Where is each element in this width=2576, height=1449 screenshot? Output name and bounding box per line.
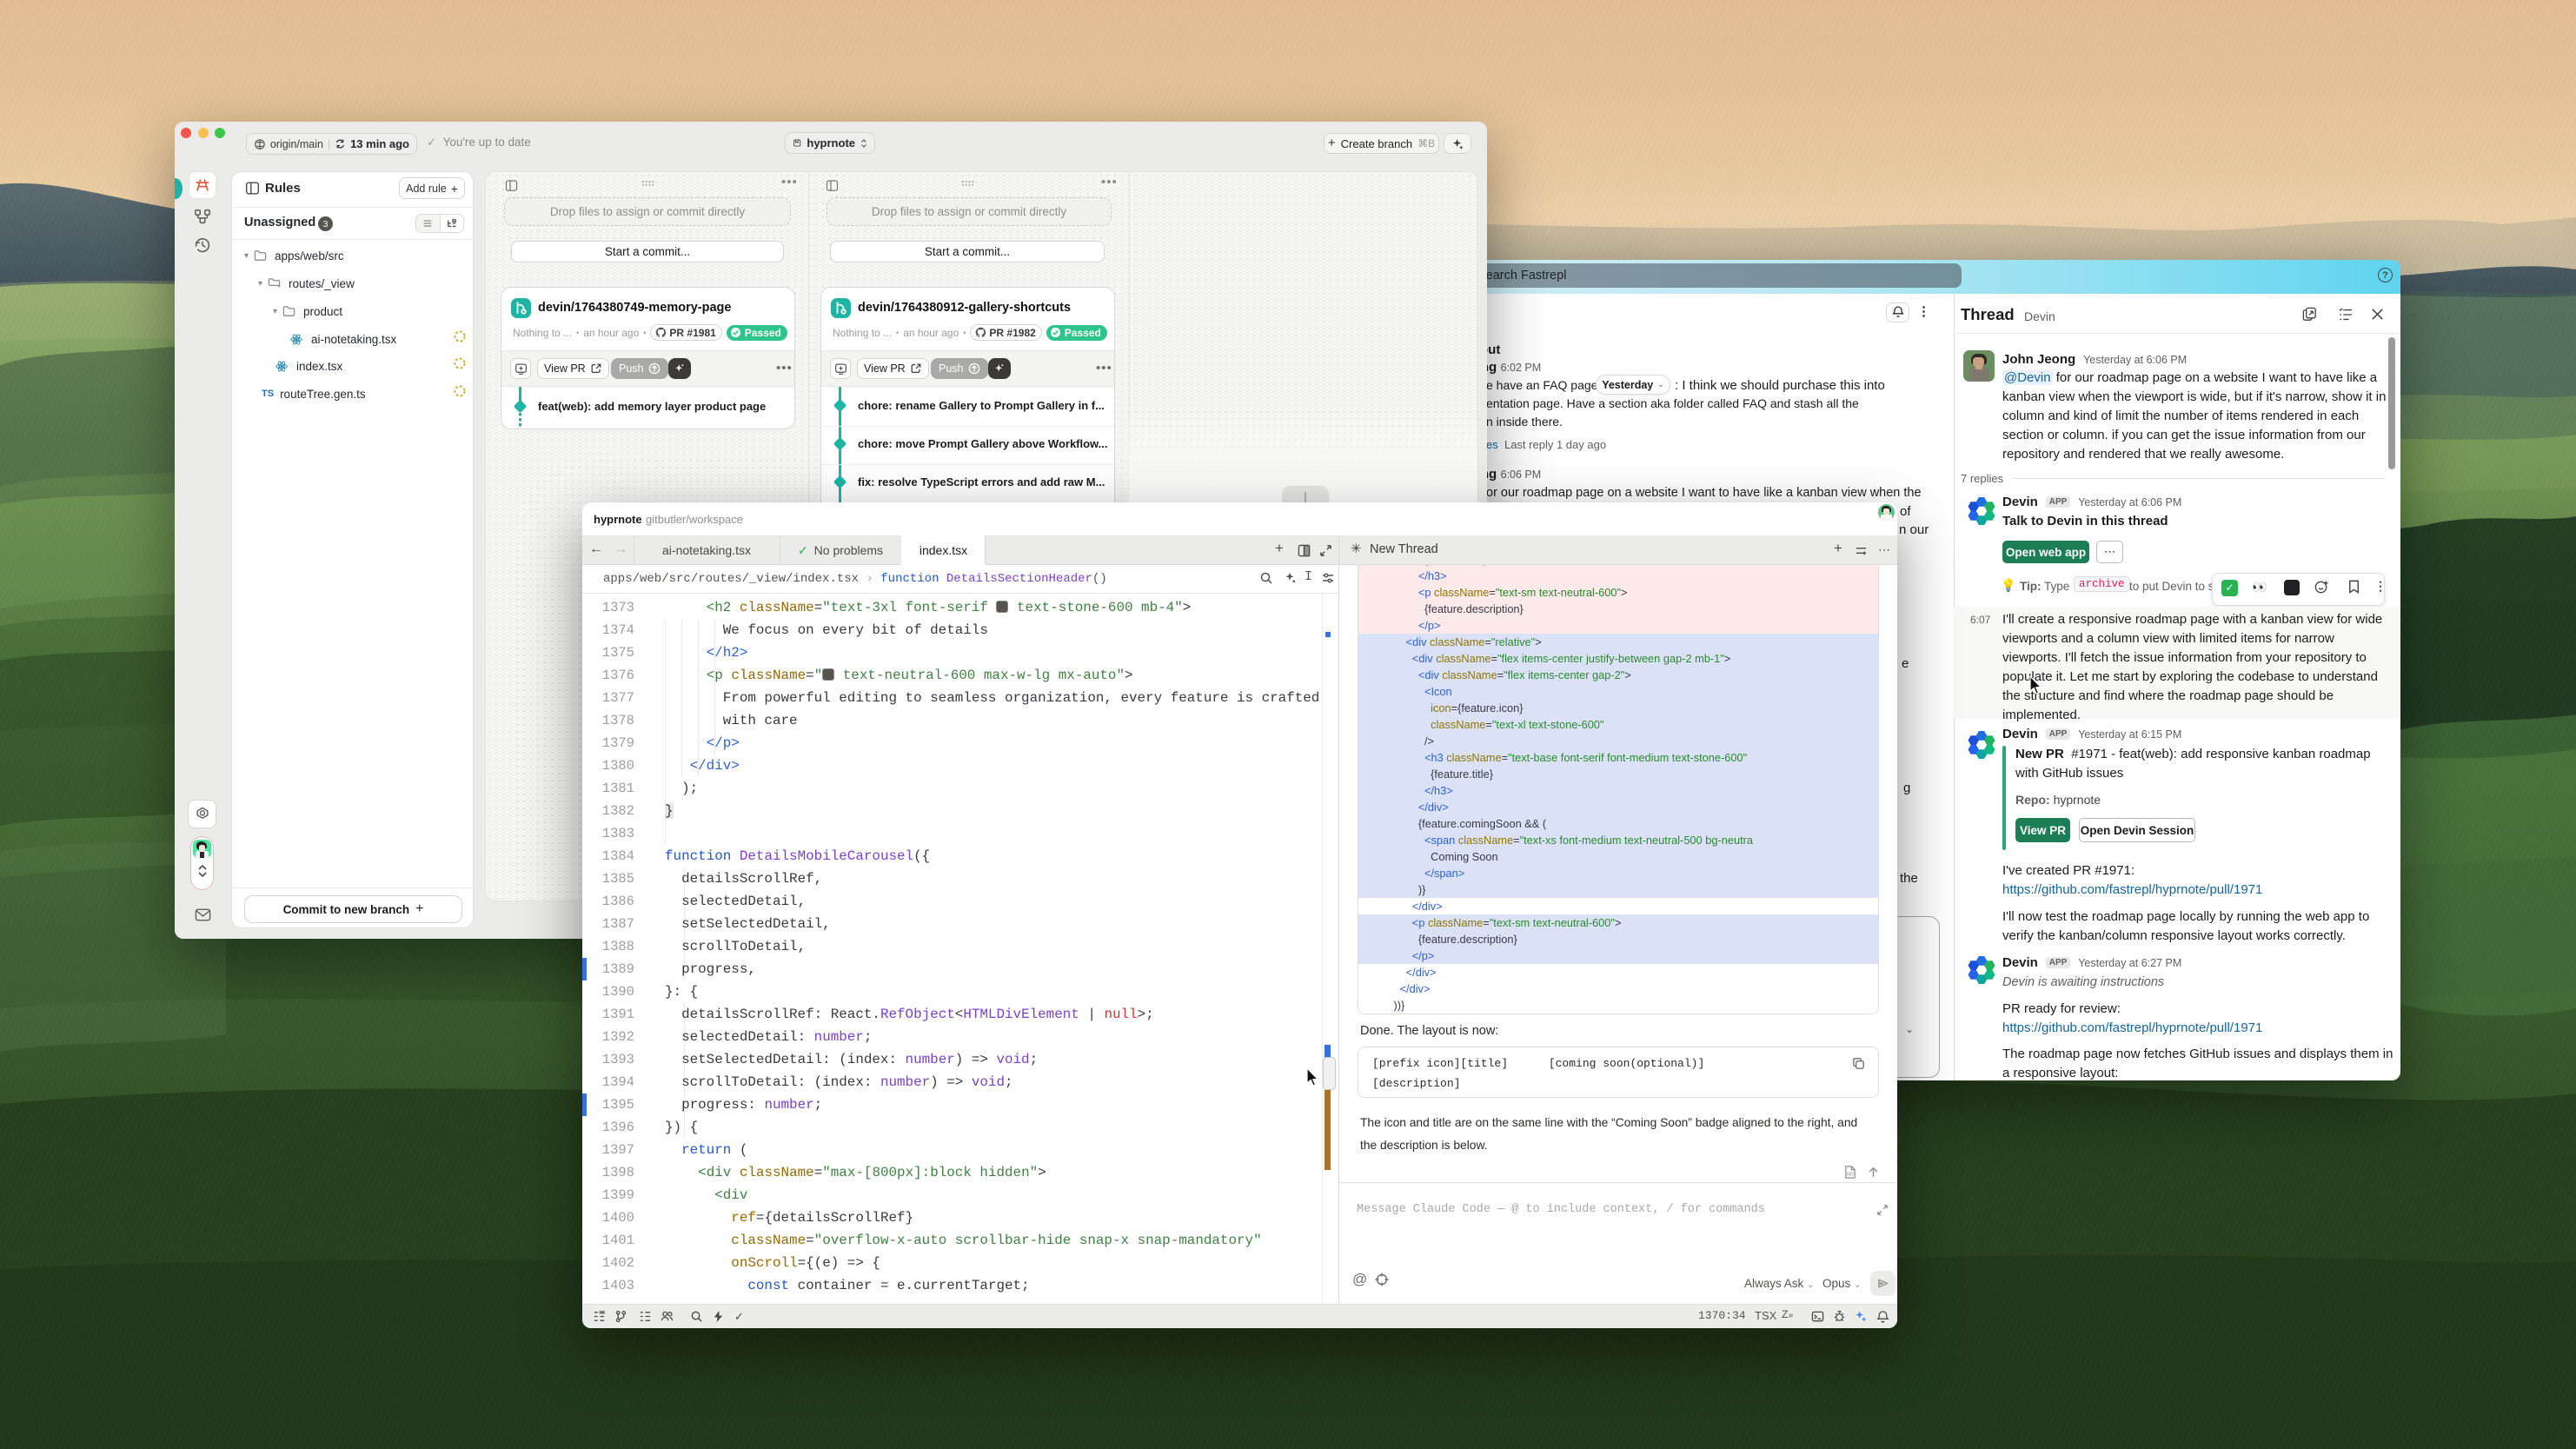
svg-text:MD: MD <box>1847 1172 1854 1177</box>
